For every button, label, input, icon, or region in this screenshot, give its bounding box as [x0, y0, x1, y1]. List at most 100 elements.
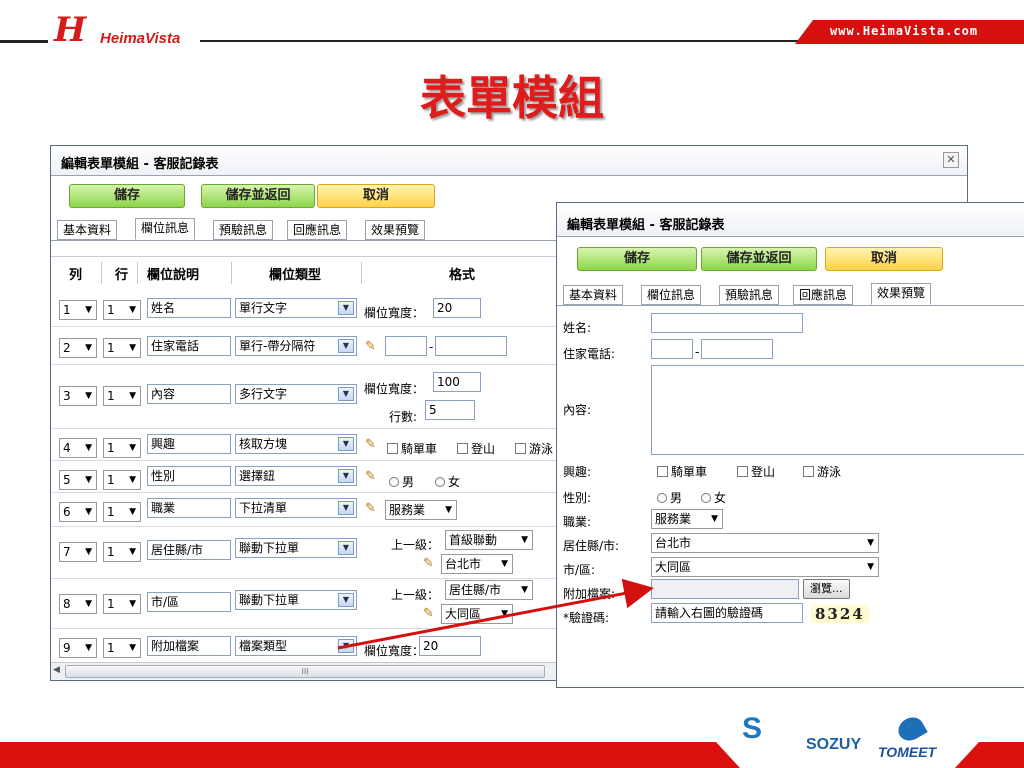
- col-select[interactable]: 3 ▼: [59, 386, 97, 406]
- pencil-icon[interactable]: ✎: [365, 437, 376, 452]
- radio-circle[interactable]: [657, 493, 667, 503]
- close-icon[interactable]: ✕: [943, 152, 959, 168]
- name-input[interactable]: [651, 313, 803, 333]
- radio-circle[interactable]: [389, 477, 399, 487]
- pencil-icon[interactable]: ✎: [365, 501, 376, 516]
- col-select[interactable]: 2 ▼: [59, 338, 97, 358]
- field-desc-input[interactable]: 居住縣/市: [147, 540, 231, 560]
- phone-area-input[interactable]: [385, 336, 427, 356]
- field-type-select[interactable]: 下拉清單 ▼: [235, 498, 357, 518]
- field-desc-input[interactable]: 內容: [147, 384, 231, 404]
- tab-response[interactable]: 回應訊息: [793, 285, 854, 305]
- chevron-down-icon[interactable]: ▼: [338, 501, 354, 515]
- save-return-button[interactable]: 儲存並返回: [701, 247, 817, 271]
- field-desc-input[interactable]: 性別: [147, 466, 231, 486]
- cancel-button[interactable]: 取消: [317, 184, 435, 208]
- row-select[interactable]: 1 ▼: [103, 502, 141, 522]
- checkbox-box[interactable]: [387, 443, 398, 454]
- checkbox-option[interactable]: 游泳: [803, 463, 841, 480]
- job-dropdown[interactable]: 服務業 ▼: [651, 509, 723, 529]
- tab-preview[interactable]: 效果預覽: [365, 220, 426, 240]
- parent-dropdown[interactable]: 居住縣/市 ▼: [445, 580, 533, 600]
- field-desc-input[interactable]: 附加檔案: [147, 636, 231, 656]
- checkbox-box[interactable]: [737, 466, 748, 477]
- tab-validation[interactable]: 預驗訊息: [719, 285, 780, 305]
- radio-circle[interactable]: [701, 493, 711, 503]
- row-select[interactable]: 1 ▼: [103, 638, 141, 658]
- field-type-select[interactable]: 聯動下拉單 ▼: [235, 590, 357, 610]
- pencil-icon[interactable]: ✎: [365, 469, 376, 484]
- field-desc-input[interactable]: 職業: [147, 498, 231, 518]
- chevron-down-icon[interactable]: ▼: [338, 469, 354, 483]
- radio-option[interactable]: 女: [701, 489, 726, 506]
- checkbox-box[interactable]: [657, 466, 668, 477]
- col-select[interactable]: 1 ▼: [59, 300, 97, 320]
- field-type-select[interactable]: 單行文字 ▼: [235, 298, 357, 318]
- width-input[interactable]: 20: [419, 636, 481, 656]
- row-select[interactable]: 1 ▼: [103, 594, 141, 614]
- cancel-button[interactable]: 取消: [825, 247, 943, 271]
- tab-fields[interactable]: 欄位訊息: [641, 285, 702, 305]
- rows-input[interactable]: 5: [425, 400, 475, 420]
- field-type-select[interactable]: 聯動下拉單 ▼: [235, 538, 357, 558]
- scroll-left-icon[interactable]: ◀: [53, 665, 60, 675]
- row-select[interactable]: 1 ▼: [103, 470, 141, 490]
- col-select[interactable]: 6 ▼: [59, 502, 97, 522]
- radio-option[interactable]: 男: [389, 473, 414, 490]
- tab-response[interactable]: 回應訊息: [287, 220, 348, 240]
- phone-number-input[interactable]: [701, 339, 773, 359]
- chevron-down-icon[interactable]: ▼: [338, 339, 354, 353]
- row-select[interactable]: 1 ▼: [103, 438, 141, 458]
- job-dropdown[interactable]: 服務業 ▼: [385, 500, 457, 520]
- field-desc-input[interactable]: 市/區: [147, 592, 231, 612]
- file-path-input[interactable]: [651, 579, 799, 599]
- city-dropdown[interactable]: 台北市 ▼: [441, 554, 513, 574]
- col-select[interactable]: 5 ▼: [59, 470, 97, 490]
- col-select[interactable]: 9 ▼: [59, 638, 97, 658]
- field-desc-input[interactable]: 住家電話: [147, 336, 231, 356]
- site-url[interactable]: www.HeimaVista.com: [830, 24, 978, 38]
- city-dropdown[interactable]: 台北市 ▼: [651, 533, 879, 553]
- tab-fields[interactable]: 欄位訊息: [135, 218, 196, 240]
- checkbox-box[interactable]: [515, 443, 526, 454]
- pencil-icon[interactable]: ✎: [365, 339, 376, 354]
- district-dropdown[interactable]: 大同區 ▼: [651, 557, 879, 577]
- phone-area-input[interactable]: [651, 339, 693, 359]
- save-button[interactable]: 儲存: [69, 184, 185, 208]
- district-dropdown[interactable]: 大同區 ▼: [441, 604, 513, 624]
- tab-preview[interactable]: 效果預覽: [871, 283, 932, 305]
- row-select[interactable]: 1 ▼: [103, 338, 141, 358]
- row-select[interactable]: 1 ▼: [103, 300, 141, 320]
- tab-basic[interactable]: 基本資料: [563, 285, 624, 305]
- chevron-down-icon[interactable]: ▼: [338, 639, 354, 653]
- scrollbar-thumb[interactable]: III: [65, 665, 545, 678]
- save-button[interactable]: 儲存: [577, 247, 697, 271]
- chevron-down-icon[interactable]: ▼: [338, 301, 354, 315]
- checkbox-option[interactable]: 游泳: [515, 440, 553, 457]
- width-input[interactable]: 100: [433, 372, 481, 392]
- field-type-select[interactable]: 核取方塊 ▼: [235, 434, 357, 454]
- checkbox-option[interactable]: 騎單車: [657, 463, 707, 480]
- checkbox-option[interactable]: 登山: [737, 463, 775, 480]
- phone-number-input[interactable]: [435, 336, 507, 356]
- parent-dropdown[interactable]: 首級聯動 ▼: [445, 530, 533, 550]
- chevron-down-icon[interactable]: ▼: [338, 541, 354, 555]
- field-desc-input[interactable]: 姓名: [147, 298, 231, 318]
- field-type-select[interactable]: 多行文字 ▼: [235, 384, 357, 404]
- radio-circle[interactable]: [435, 477, 445, 487]
- checkbox-box[interactable]: [803, 466, 814, 477]
- field-type-select[interactable]: 選擇鈕 ▼: [235, 466, 357, 486]
- tab-basic[interactable]: 基本資料: [57, 220, 118, 240]
- field-desc-input[interactable]: 興趣: [147, 434, 231, 454]
- tab-validation[interactable]: 預驗訊息: [213, 220, 274, 240]
- col-select[interactable]: 8 ▼: [59, 594, 97, 614]
- save-return-button[interactable]: 儲存並返回: [201, 184, 315, 208]
- col-select[interactable]: 7 ▼: [59, 542, 97, 562]
- row-select[interactable]: 1 ▼: [103, 386, 141, 406]
- chevron-down-icon[interactable]: ▼: [338, 387, 354, 401]
- field-type-select[interactable]: 單行-帶分隔符 ▼: [235, 336, 357, 356]
- checkbox-box[interactable]: [457, 443, 468, 454]
- radio-option[interactable]: 男: [657, 489, 682, 506]
- pencil-icon[interactable]: ✎: [423, 606, 434, 621]
- chevron-down-icon[interactable]: ▼: [338, 437, 354, 451]
